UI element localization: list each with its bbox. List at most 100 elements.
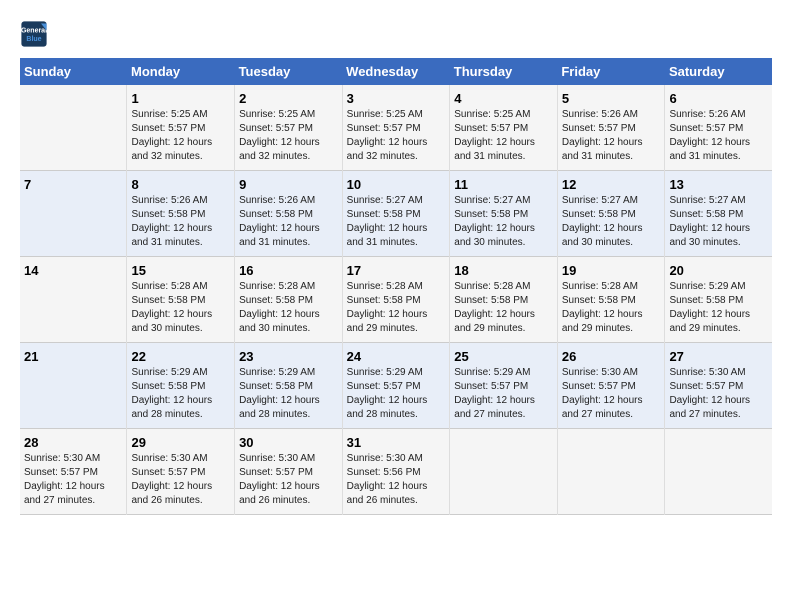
- day-number: 6: [669, 91, 768, 106]
- day-info: Sunrise: 5:28 AM Sunset: 5:58 PM Dayligh…: [131, 280, 230, 336]
- calendar-cell: 4Sunrise: 5:25 AM Sunset: 5:57 PM Daylig…: [450, 85, 558, 171]
- day-number: 7: [24, 177, 122, 192]
- calendar-cell: 7: [20, 171, 127, 257]
- day-info: Sunrise: 5:26 AM Sunset: 5:57 PM Dayligh…: [669, 108, 768, 164]
- day-info: Sunrise: 5:26 AM Sunset: 5:58 PM Dayligh…: [239, 194, 338, 250]
- day-info: Sunrise: 5:29 AM Sunset: 5:58 PM Dayligh…: [669, 280, 768, 336]
- day-number: 10: [347, 177, 446, 192]
- calendar-cell: 9 Sunrise: 5:26 AM Sunset: 5:58 PM Daylig…: [235, 171, 343, 257]
- day-number: 16: [239, 263, 338, 278]
- day-number: 28: [24, 435, 122, 450]
- calendar-cell: 23 Sunrise: 5:29 AM Sunset: 5:58 PM Dayli…: [235, 343, 343, 429]
- calendar-cell: [20, 85, 127, 171]
- calendar-cell: 22 Sunrise: 5:29 AM Sunset: 5:58 PM Dayli…: [127, 343, 235, 429]
- header-tuesday: Tuesday: [235, 58, 343, 85]
- day-info: Sunrise: 5:27 AM Sunset: 5:58 PM Dayligh…: [454, 194, 553, 250]
- header-friday: Friday: [557, 58, 665, 85]
- calendar-cell: 18 Sunrise: 5:28 AM Sunset: 5:58 PM Dayli…: [450, 257, 558, 343]
- calendar-cell: 11 Sunrise: 5:27 AM Sunset: 5:58 PM Dayli…: [450, 171, 558, 257]
- day-number: 8: [131, 177, 230, 192]
- svg-text:General: General: [21, 28, 47, 35]
- day-number: 14: [24, 263, 122, 278]
- day-info: Sunrise: 5:27 AM Sunset: 5:58 PM Dayligh…: [562, 194, 661, 250]
- calendar-cell: 17 Sunrise: 5:28 AM Sunset: 5:58 PM Dayli…: [342, 257, 450, 343]
- day-info: Sunrise: 5:30 AM Sunset: 5:57 PM Dayligh…: [562, 366, 661, 422]
- day-info: Sunrise: 5:25 AM Sunset: 5:57 PM Dayligh…: [454, 108, 553, 164]
- day-number: 12: [562, 177, 661, 192]
- calendar-cell: [665, 429, 772, 515]
- calendar-cell: 31 Sunrise: 5:30 AM Sunset: 5:56 PM Dayli…: [342, 429, 450, 515]
- svg-text:Blue: Blue: [26, 36, 41, 43]
- day-info: Sunrise: 5:30 AM Sunset: 5:56 PM Dayligh…: [347, 452, 446, 508]
- calendar-cell: 16 Sunrise: 5:28 AM Sunset: 5:58 PM Dayli…: [235, 257, 343, 343]
- day-number: 17: [347, 263, 446, 278]
- day-number: 18: [454, 263, 553, 278]
- day-number: 19: [562, 263, 661, 278]
- calendar-cell: 14: [20, 257, 127, 343]
- day-number: 13: [669, 177, 768, 192]
- calendar-cell: 3 Sunrise: 5:25 AM Sunset: 5:57 PM Daylig…: [342, 85, 450, 171]
- day-info: Sunrise: 5:27 AM Sunset: 5:58 PM Dayligh…: [669, 194, 768, 250]
- calendar-cell: 10 Sunrise: 5:27 AM Sunset: 5:58 PM Dayli…: [342, 171, 450, 257]
- calendar-cell: 29Sunrise: 5:30 AM Sunset: 5:57 PM Dayli…: [127, 429, 235, 515]
- calendar-cell: 24 Sunrise: 5:29 AM Sunset: 5:57 PM Dayli…: [342, 343, 450, 429]
- week-row-1: 1Sunrise: 5:25 AM Sunset: 5:57 PM Daylig…: [20, 85, 772, 171]
- day-info: Sunrise: 5:29 AM Sunset: 5:57 PM Dayligh…: [347, 366, 446, 422]
- day-number: 25: [454, 349, 553, 364]
- page-header: General Blue: [20, 20, 772, 48]
- day-info: Sunrise: 5:28 AM Sunset: 5:58 PM Dayligh…: [562, 280, 661, 336]
- calendar-cell: 5Sunrise: 5:26 AM Sunset: 5:57 PM Daylig…: [557, 85, 665, 171]
- day-info: Sunrise: 5:30 AM Sunset: 5:57 PM Dayligh…: [669, 366, 768, 422]
- header-monday: Monday: [127, 58, 235, 85]
- day-info: Sunrise: 5:29 AM Sunset: 5:57 PM Dayligh…: [454, 366, 553, 422]
- day-number: 30: [239, 435, 338, 450]
- day-number: 23: [239, 349, 338, 364]
- calendar-cell: 2 Sunrise: 5:25 AM Sunset: 5:57 PM Daylig…: [235, 85, 343, 171]
- calendar-cell: 20 Sunrise: 5:29 AM Sunset: 5:58 PM Dayli…: [665, 257, 772, 343]
- day-number: 31: [347, 435, 446, 450]
- calendar-table: SundayMondayTuesdayWednesdayThursdayFrid…: [20, 58, 772, 515]
- day-info: Sunrise: 5:28 AM Sunset: 5:58 PM Dayligh…: [347, 280, 446, 336]
- day-info: Sunrise: 5:30 AM Sunset: 5:57 PM Dayligh…: [239, 452, 338, 508]
- day-number: 2: [239, 91, 338, 106]
- day-info: Sunrise: 5:29 AM Sunset: 5:58 PM Dayligh…: [239, 366, 338, 422]
- day-number: 24: [347, 349, 446, 364]
- week-row-2: 78Sunrise: 5:26 AM Sunset: 5:58 PM Dayli…: [20, 171, 772, 257]
- day-info: Sunrise: 5:28 AM Sunset: 5:58 PM Dayligh…: [239, 280, 338, 336]
- calendar-cell: 28Sunrise: 5:30 AM Sunset: 5:57 PM Dayli…: [20, 429, 127, 515]
- calendar-cell: 15 Sunrise: 5:28 AM Sunset: 5:58 PM Dayli…: [127, 257, 235, 343]
- header-thursday: Thursday: [450, 58, 558, 85]
- calendar-cell: 8Sunrise: 5:26 AM Sunset: 5:58 PM Daylig…: [127, 171, 235, 257]
- day-info: Sunrise: 5:28 AM Sunset: 5:58 PM Dayligh…: [454, 280, 553, 336]
- day-number: 15: [131, 263, 230, 278]
- day-info: Sunrise: 5:25 AM Sunset: 5:57 PM Dayligh…: [131, 108, 230, 164]
- calendar-cell: 30 Sunrise: 5:30 AM Sunset: 5:57 PM Dayli…: [235, 429, 343, 515]
- day-info: Sunrise: 5:25 AM Sunset: 5:57 PM Dayligh…: [239, 108, 338, 164]
- day-number: 22: [131, 349, 230, 364]
- week-row-4: 21 22 Sunrise: 5:29 AM Sunset: 5:58 PM Day…: [20, 343, 772, 429]
- day-number: 21: [24, 349, 122, 364]
- calendar-cell: [450, 429, 558, 515]
- day-number: 5: [562, 91, 661, 106]
- day-number: 3: [347, 91, 446, 106]
- day-number: 27: [669, 349, 768, 364]
- calendar-cell: 12 Sunrise: 5:27 AM Sunset: 5:58 PM Dayli…: [557, 171, 665, 257]
- day-number: 20: [669, 263, 768, 278]
- day-info: Sunrise: 5:25 AM Sunset: 5:57 PM Dayligh…: [347, 108, 446, 164]
- week-row-5: 28 Sunrise: 5:30 AM Sunset: 5:57 PM Dayli…: [20, 429, 772, 515]
- day-info: Sunrise: 5:29 AM Sunset: 5:58 PM Dayligh…: [131, 366, 230, 422]
- logo-icon: General Blue: [20, 20, 48, 48]
- logo: General Blue: [20, 20, 52, 48]
- header-row: SundayMondayTuesdayWednesdayThursdayFrid…: [20, 58, 772, 85]
- calendar-cell: 25 Sunrise: 5:29 AM Sunset: 5:57 PM Dayli…: [450, 343, 558, 429]
- calendar-cell: 19 Sunrise: 5:28 AM Sunset: 5:58 PM Dayli…: [557, 257, 665, 343]
- day-number: 29: [131, 435, 230, 450]
- day-number: 9: [239, 177, 338, 192]
- calendar-cell: 1Sunrise: 5:25 AM Sunset: 5:57 PM Daylig…: [127, 85, 235, 171]
- header-saturday: Saturday: [665, 58, 772, 85]
- day-info: Sunrise: 5:27 AM Sunset: 5:58 PM Dayligh…: [347, 194, 446, 250]
- day-number: 26: [562, 349, 661, 364]
- calendar-cell: [557, 429, 665, 515]
- day-number: 11: [454, 177, 553, 192]
- calendar-cell: 21: [20, 343, 127, 429]
